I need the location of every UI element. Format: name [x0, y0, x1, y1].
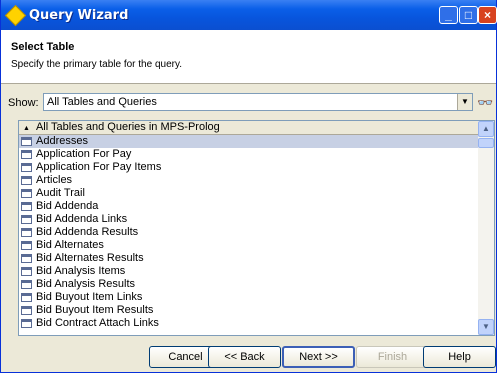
list-item[interactable]: Audit Trail: [19, 187, 478, 200]
scroll-down-icon[interactable]: ▼: [478, 319, 494, 335]
list-rows: Addresses Application For Pay Application …: [19, 135, 478, 330]
list-item[interactable]: Application For Pay: [19, 148, 478, 161]
table-icon: [21, 241, 32, 250]
table-icon: [21, 319, 32, 328]
show-label: Show:: [8, 97, 39, 109]
list-item-label: Bid Addenda Results: [36, 226, 139, 238]
list-item[interactable]: Addresses: [19, 135, 478, 148]
back-button[interactable]: << Back: [208, 346, 281, 368]
list-item-label: Addresses: [36, 135, 88, 147]
list-item[interactable]: Bid Buyout Item Results: [19, 304, 478, 317]
vertical-scrollbar[interactable]: ▲ ▼: [478, 121, 494, 335]
collapse-icon[interactable]: ▲: [23, 125, 30, 132]
list-item-label: Application For Pay: [36, 148, 132, 160]
wizard-header: Select Table Specify the primary table f…: [1, 30, 496, 84]
minimize-button[interactable]: _: [439, 6, 458, 24]
list-item-label: Bid Addenda Links: [36, 213, 128, 225]
list-item-label: Bid Alternates Results: [36, 252, 144, 264]
table-icon: [21, 163, 32, 172]
list-item[interactable]: Bid Analysis Items: [19, 265, 478, 278]
next-button[interactable]: Next >>: [282, 346, 355, 368]
table-icon: [21, 293, 32, 302]
table-icon: [21, 215, 32, 224]
scroll-up-icon[interactable]: ▲: [478, 121, 494, 137]
table-icon: [21, 267, 32, 276]
maximize-button[interactable]: □: [459, 6, 478, 24]
help-button[interactable]: Help: [423, 346, 496, 368]
show-dropdown-value: All Tables and Queries: [47, 96, 157, 108]
chevron-down-icon[interactable]: ▼: [457, 94, 472, 110]
list-item-label: Bid Analysis Results: [36, 278, 136, 290]
list-item[interactable]: Bid Buyout Item Links: [19, 291, 478, 304]
table-icon: [21, 176, 32, 185]
list-item[interactable]: Bid Addenda: [19, 200, 478, 213]
table-icon: [21, 202, 32, 211]
list-item[interactable]: Bid Alternates: [19, 239, 478, 252]
table-icon: [21, 228, 32, 237]
list-item-label: Audit Trail: [36, 187, 85, 199]
table-icon: [21, 150, 32, 159]
table-icon: [21, 189, 32, 198]
wizard-icon: [4, 4, 27, 27]
table-icon: [21, 137, 32, 146]
table-list[interactable]: ▲ All Tables and Queries in MPS-Prolog Ad…: [18, 120, 495, 336]
list-item-label: Bid Addenda: [36, 200, 99, 212]
list-item[interactable]: Application For Pay Items: [19, 161, 478, 174]
query-wizard-window: Query Wizard _ □ × Select Table Specify …: [0, 0, 497, 373]
list-item[interactable]: Bid Addenda Links: [19, 213, 478, 226]
show-dropdown[interactable]: All Tables and Queries ▼: [43, 93, 473, 111]
list-group-header[interactable]: ▲ All Tables and Queries in MPS-Prolog: [19, 121, 482, 135]
list-group-header-label: All Tables and Queries in MPS-Prolog: [35, 121, 220, 133]
close-button[interactable]: ×: [478, 6, 497, 24]
list-item[interactable]: Bid Contract Attach Links: [19, 317, 478, 330]
finish-button[interactable]: Finish: [356, 346, 429, 368]
list-item-label: Bid Analysis Items: [36, 265, 126, 277]
list-item-label: Articles: [36, 174, 73, 186]
list-item-label: Bid Alternates: [36, 239, 104, 251]
table-icon: [21, 306, 32, 315]
list-item-label: Bid Buyout Item Links: [36, 291, 143, 303]
binoculars-icon[interactable]: 👓: [477, 95, 493, 111]
scroll-thumb[interactable]: [478, 138, 494, 148]
list-item-label: Application For Pay Items: [36, 161, 162, 173]
list-item[interactable]: Bid Analysis Results: [19, 278, 478, 291]
list-item-label: Bid Buyout Item Results: [36, 304, 154, 316]
page-title: Select Table: [11, 41, 75, 53]
title-bar[interactable]: Query Wizard _ □ ×: [1, 0, 497, 30]
list-item-label: Bid Contract Attach Links: [36, 317, 159, 329]
table-icon: [21, 280, 32, 289]
page-subtitle: Specify the primary table for the query.: [11, 59, 183, 70]
list-item[interactable]: Articles: [19, 174, 478, 187]
list-item[interactable]: Bid Addenda Results: [19, 226, 478, 239]
window-title: Query Wizard: [29, 8, 129, 23]
table-icon: [21, 254, 32, 263]
list-item[interactable]: Bid Alternates Results: [19, 252, 478, 265]
